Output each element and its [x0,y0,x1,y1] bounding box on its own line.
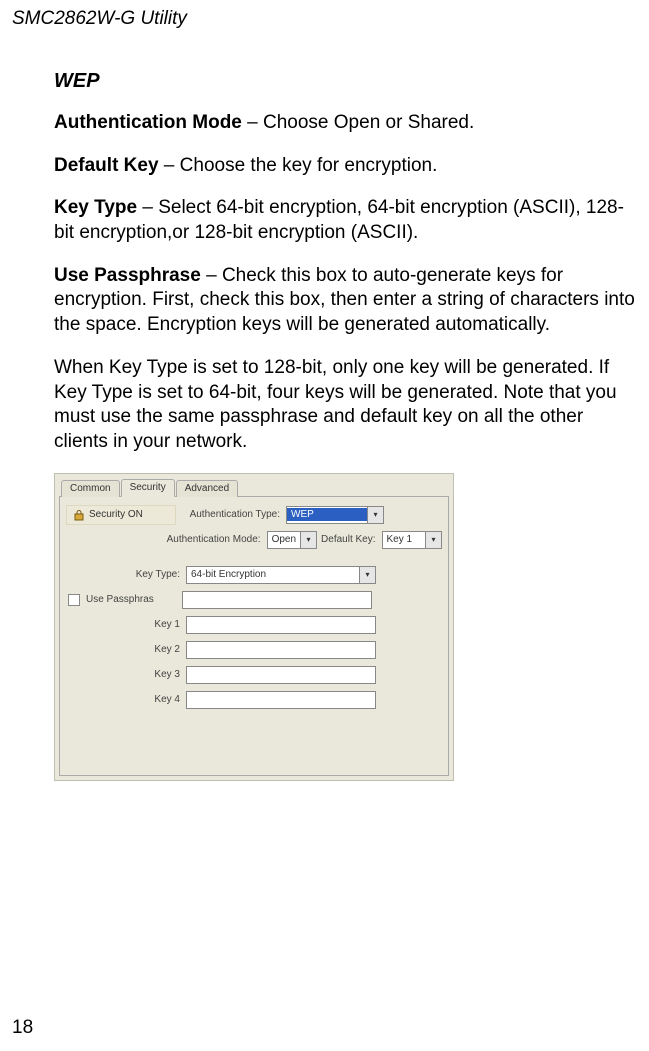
chevron-down-icon[interactable]: ▾ [425,532,441,548]
key4-label: Key 4 [66,694,186,705]
term-default-key: Default Key [54,155,159,176]
key2-label: Key 2 [66,644,186,655]
security-on-label: Security ON [89,509,143,520]
term-key-type: Key Type [54,197,137,218]
auth-mode-select[interactable]: Open ▾ [267,531,317,549]
key1-input[interactable] [186,616,376,634]
tab-security[interactable]: Security [121,479,175,497]
key-type-value: 64-bit Encryption [187,569,359,580]
security-dialog: Common Security Advanced Security ON [54,473,454,781]
security-panel: Security ON Authentication Type: WEP ▾ A… [59,496,449,776]
auth-type-label: Authentication Type: [176,509,286,520]
passphrase-input[interactable] [182,591,372,609]
key3-input[interactable] [186,666,376,684]
auth-type-select[interactable]: WEP ▾ [286,506,384,524]
lock-icon [71,507,87,523]
section-title-wep: WEP [54,70,641,93]
use-passphrase-checkbox[interactable] [68,594,80,606]
chevron-down-icon[interactable]: ▾ [367,507,383,523]
auth-mode-value: Open [268,534,300,545]
default-key-value: Key 1 [383,534,425,545]
tab-common[interactable]: Common [61,480,120,497]
text-auth-mode: – Choose Open or Shared. [242,112,474,133]
text-key-type: – Select 64-bit encryption, 64-bit encry… [54,197,624,243]
paragraph-default-key: Default Key – Choose the key for encrypt… [54,154,641,179]
default-key-label: Default Key: [317,534,381,545]
paragraph-key-type: Key Type – Select 64-bit encryption, 64-… [54,196,641,245]
key4-input[interactable] [186,691,376,709]
text-default-key: – Choose the key for encryption. [159,155,438,176]
auth-type-value: WEP [287,508,367,521]
key1-label: Key 1 [66,619,186,630]
chevron-down-icon[interactable]: ▾ [300,532,316,548]
paragraph-note: When Key Type is set to 128-bit, only on… [54,356,641,455]
key-type-label: Key Type: [66,569,186,580]
page-number: 18 [12,1017,33,1039]
paragraph-auth-mode: Authentication Mode – Choose Open or Sha… [54,111,641,136]
running-header: SMC2862W-G Utility [12,8,187,30]
tab-bar: Common Security Advanced [55,474,453,496]
use-passphrase-label: Use Passphras [84,594,182,605]
default-key-select[interactable]: Key 1 ▾ [382,531,442,549]
chevron-down-icon[interactable]: ▾ [359,567,375,583]
key-type-select[interactable]: 64-bit Encryption ▾ [186,566,376,584]
key3-label: Key 3 [66,669,186,680]
term-use-passphrase: Use Passphrase [54,265,201,286]
tab-advanced[interactable]: Advanced [176,480,238,497]
key2-input[interactable] [186,641,376,659]
auth-mode-label: Authentication Mode: [161,534,267,545]
term-auth-mode: Authentication Mode [54,112,242,133]
paragraph-use-passphrase: Use Passphrase – Check this box to auto-… [54,264,641,338]
